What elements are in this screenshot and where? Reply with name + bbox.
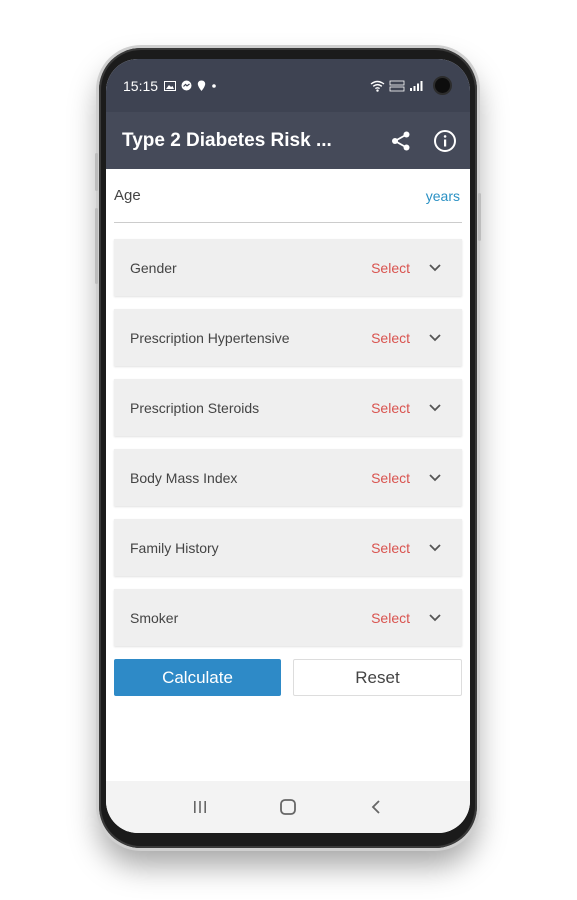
messenger-icon	[181, 80, 192, 91]
recents-icon[interactable]	[185, 792, 215, 822]
dropdown-label: Prescription Steroids	[130, 399, 260, 416]
signal-icon	[410, 80, 423, 91]
dropdown-label: Prescription Hypertensive	[130, 329, 290, 346]
chevron-down-icon	[428, 471, 442, 485]
dropdown-label: Family History	[130, 539, 219, 556]
status-icons	[164, 80, 217, 92]
screen: 15:15 Type 2 Diabetes Risk ... Age years…	[106, 59, 470, 833]
form-content: Age years Gender Select Prescription Hyp…	[106, 169, 470, 696]
info-icon[interactable]	[433, 129, 457, 153]
home-icon[interactable]	[273, 792, 303, 822]
front-camera	[433, 76, 452, 95]
dropdown-value: Select	[371, 259, 410, 276]
dot-icon	[212, 83, 216, 88]
dropdown-label: Smoker	[130, 609, 179, 626]
age-input-row[interactable]: Age years	[114, 169, 462, 223]
chevron-down-icon	[428, 331, 442, 345]
back-icon[interactable]	[361, 792, 391, 822]
dropdown-gender[interactable]: Gender Select	[114, 239, 462, 296]
status-right	[370, 76, 452, 95]
app-title: Type 2 Diabetes Risk ...	[122, 129, 332, 151]
volte-icon	[389, 80, 405, 91]
location-icon	[197, 80, 206, 91]
chevron-down-icon	[428, 541, 442, 555]
phone-frame: 15:15 Type 2 Diabetes Risk ... Age years…	[95, 48, 481, 848]
reset-button[interactable]: Reset	[293, 659, 462, 696]
dropdown-value: Select	[371, 329, 410, 346]
dropdown-family-history[interactable]: Family History Select	[114, 519, 462, 576]
action-buttons: Calculate Reset	[114, 659, 462, 696]
dropdown-prescription-steroids[interactable]: Prescription Steroids Select	[114, 379, 462, 436]
dropdown-body-mass-index[interactable]: Body Mass Index Select	[114, 449, 462, 506]
dropdown-prescription-hypertensive[interactable]: Prescription Hypertensive Select	[114, 309, 462, 366]
status-time: 15:15	[123, 77, 159, 94]
chevron-down-icon	[428, 261, 442, 275]
dropdown-value: Select	[371, 399, 410, 416]
chevron-down-icon	[428, 611, 442, 625]
calculate-button[interactable]: Calculate	[114, 659, 281, 696]
dropdown-value: Select	[371, 609, 410, 626]
volume-button	[95, 153, 98, 191]
app-bar: Type 2 Diabetes Risk ...	[106, 112, 470, 169]
status-bar: 15:15	[106, 59, 470, 112]
dropdown-smoker[interactable]: Smoker Select	[114, 589, 462, 646]
dropdown-value: Select	[371, 469, 410, 486]
age-label: Age	[114, 187, 141, 204]
wifi-icon	[370, 80, 385, 92]
system-nav-bar	[106, 781, 470, 833]
power-button	[478, 193, 481, 241]
dropdown-label: Body Mass Index	[130, 469, 238, 486]
bixby-button	[95, 208, 98, 284]
chevron-down-icon	[428, 401, 442, 415]
share-icon[interactable]	[389, 129, 413, 153]
age-unit: years	[425, 187, 460, 204]
dropdown-label: Gender	[130, 259, 177, 276]
image-icon	[164, 80, 177, 91]
dropdown-value: Select	[371, 539, 410, 556]
